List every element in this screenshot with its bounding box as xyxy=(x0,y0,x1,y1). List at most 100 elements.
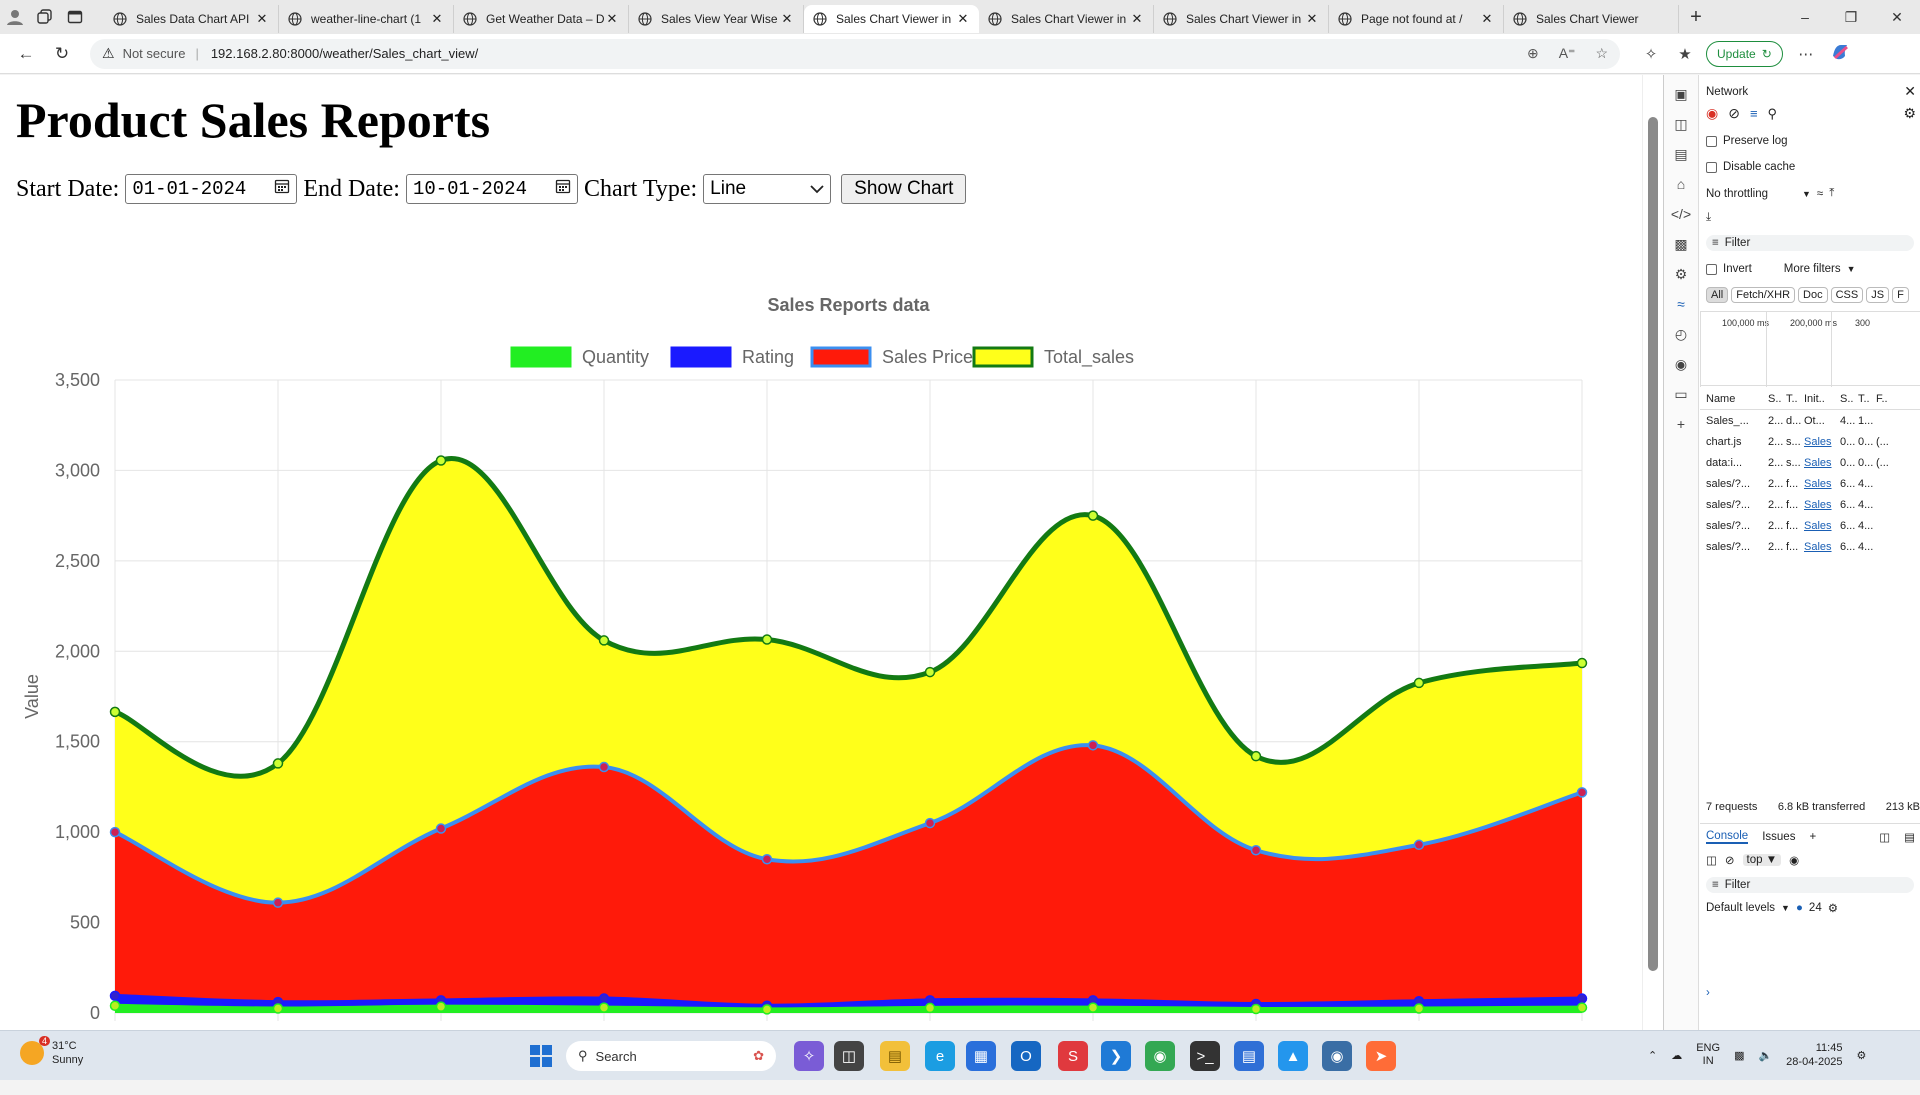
close-window-button[interactable]: ✕ xyxy=(1874,9,1920,26)
column-header[interactable]: T.. xyxy=(1858,393,1876,405)
welcome-icon[interactable]: ▤ xyxy=(1664,139,1698,169)
security-label[interactable]: Not secure xyxy=(123,46,186,61)
browser-tab[interactable]: weather-line-chart (1 ✕ xyxy=(279,5,454,33)
settings-gear-icon[interactable]: ⚙ xyxy=(1903,105,1916,122)
disable-cache-checkbox[interactable] xyxy=(1706,161,1717,173)
chart-type-select[interactable]: Line xyxy=(703,174,832,204)
table-row[interactable]: sales/?... 2... f... Sales 6... 4... xyxy=(1700,515,1920,536)
type-filter-css[interactable]: CSS xyxy=(1830,287,1864,303)
taskbar-search[interactable]: ⚲ Search ✿ xyxy=(566,1041,776,1071)
browser-tab[interactable]: Sales Chart Viewer xyxy=(1504,5,1679,33)
volume-icon[interactable]: 🔈 xyxy=(1758,1049,1772,1062)
preserve-log-row[interactable]: Preserve log xyxy=(1706,135,1788,147)
issues-badge-icon[interactable]: ● xyxy=(1796,902,1803,914)
disable-cache-row[interactable]: Disable cache xyxy=(1706,161,1795,173)
weather-widget[interactable]: 4 31°C Sunny xyxy=(20,1036,83,1067)
search-icon[interactable]: ⚲ xyxy=(1768,106,1778,122)
reload-button[interactable]: ↻ xyxy=(44,36,80,72)
page-scrollbar[interactable] xyxy=(1642,75,1663,1030)
live-expression-icon[interactable]: ◉ xyxy=(1789,853,1799,867)
profile-icon[interactable] xyxy=(0,0,30,34)
browser-tab[interactable]: Sales Chart Viewer in ✕ xyxy=(1154,5,1329,33)
network-tray-icon[interactable]: ☁ xyxy=(1671,1049,1682,1062)
chrome-icon[interactable]: ◉ xyxy=(1145,1041,1175,1071)
type-filter-all[interactable]: All xyxy=(1706,287,1729,303)
throttling-select[interactable]: No throttling xyxy=(1706,188,1796,200)
zoom-icon[interactable]: ⊕ xyxy=(1527,45,1539,62)
performance-icon[interactable]: ◴ xyxy=(1664,319,1698,349)
table-row[interactable]: sales/?... 2... f... Sales 6... 4... xyxy=(1700,536,1920,557)
elements-icon[interactable]: </> xyxy=(1664,199,1698,229)
database-icon[interactable]: ◉ xyxy=(1322,1041,1352,1071)
type-filter-js[interactable]: JS xyxy=(1866,287,1890,303)
skype-icon[interactable]: S xyxy=(1058,1041,1088,1071)
preserve-log-checkbox[interactable] xyxy=(1706,135,1717,147)
browser-tab[interactable]: Page not found at / ✕ xyxy=(1329,5,1504,33)
browser-tab[interactable]: Sales Chart Viewer in ✕ xyxy=(979,5,1154,33)
issues-tab[interactable]: Issues xyxy=(1762,831,1795,843)
clear-icon[interactable]: ⊘ xyxy=(1728,105,1740,122)
browser-tab[interactable]: Get Weather Data – D ✕ xyxy=(454,5,629,33)
console-tab[interactable]: Console xyxy=(1706,830,1749,844)
copilot-icon[interactable] xyxy=(1823,42,1857,66)
console-prompt-icon[interactable]: › xyxy=(1706,987,1710,999)
close-tab-icon[interactable]: ✕ xyxy=(254,11,270,27)
sources-icon[interactable]: ⚙ xyxy=(1664,259,1698,289)
home-icon[interactable]: ⌂ xyxy=(1664,169,1698,199)
favorites-icon[interactable]: ★ xyxy=(1668,45,1702,63)
notepad-icon[interactable]: ▤ xyxy=(1234,1041,1264,1071)
tray-expand-icon[interactable]: ⌃ xyxy=(1648,1049,1657,1062)
start-date-input[interactable]: 01-01-2024 xyxy=(125,174,298,204)
type-filter-fetchxhr[interactable]: Fetch/XHR xyxy=(1731,287,1796,303)
table-row[interactable]: sales/?... 2... f... Sales 6... 4... xyxy=(1700,494,1920,515)
table-row[interactable]: sales/?... 2... f... Sales 6... 4... xyxy=(1700,473,1920,494)
update-button[interactable]: Update ↻ xyxy=(1706,40,1783,67)
scrollbar-thumb[interactable] xyxy=(1648,117,1658,971)
browser-tab[interactable]: Sales Chart Viewer in ✕ xyxy=(804,5,979,33)
clock[interactable]: 11:45 28-04-2025 xyxy=(1786,1041,1842,1069)
file-explorer-icon[interactable]: ▤ xyxy=(880,1041,910,1071)
workspaces-icon[interactable] xyxy=(30,0,60,34)
add-tool-icon[interactable]: + xyxy=(1664,409,1698,439)
calendar-icon[interactable] xyxy=(274,178,290,200)
memory-icon[interactable]: ◉ xyxy=(1664,349,1698,379)
minimize-button[interactable]: – xyxy=(1782,9,1828,25)
invert-checkbox[interactable] xyxy=(1706,263,1717,275)
console-filter-input[interactable]: ≡ Filter xyxy=(1706,877,1914,893)
close-devtools-icon[interactable]: ✕ xyxy=(1904,83,1916,100)
type-filter-doc[interactable]: Doc xyxy=(1798,287,1828,303)
back-button[interactable]: ← xyxy=(8,36,44,72)
more-menu-icon[interactable]: ⋯ xyxy=(1789,45,1823,63)
type-filter-f[interactable]: F xyxy=(1892,287,1909,303)
vertical-tabs-icon[interactable] xyxy=(60,0,90,34)
table-row[interactable]: Sales_... 2... d... Ot... 4... 1... xyxy=(1700,410,1920,431)
docker-icon[interactable]: ▲ xyxy=(1278,1041,1308,1071)
favorite-star-icon[interactable]: ☆ xyxy=(1595,45,1608,62)
column-header[interactable]: Init.. xyxy=(1804,393,1840,405)
device-icon[interactable]: ◫ xyxy=(1664,109,1698,139)
notification-bell-icon[interactable]: ⚙ xyxy=(1856,1049,1866,1062)
context-select[interactable]: top ▼ xyxy=(1742,854,1782,866)
console-icon[interactable]: ▩ xyxy=(1664,229,1698,259)
browser-tab[interactable]: Sales View Year Wise ✕ xyxy=(629,5,804,33)
store-icon[interactable]: ▦ xyxy=(966,1041,996,1071)
column-header[interactable]: F.. xyxy=(1876,393,1896,405)
start-icon[interactable] xyxy=(526,1041,556,1071)
copilot-taskbar-icon[interactable]: ✧ xyxy=(794,1041,824,1071)
column-header[interactable]: Name xyxy=(1706,393,1768,405)
close-tab-icon[interactable]: ✕ xyxy=(604,11,620,27)
restore-button[interactable]: ❐ xyxy=(1828,9,1874,26)
sidebar-toggle-icon[interactable]: ◫ xyxy=(1706,853,1717,867)
language-indicator[interactable]: ENG IN xyxy=(1696,1042,1720,1068)
close-tab-icon[interactable]: ✕ xyxy=(1304,11,1320,27)
show-chart-button[interactable]: Show Chart xyxy=(841,174,967,204)
column-header[interactable]: T.. xyxy=(1786,393,1804,405)
dock-icon[interactable]: ▤ xyxy=(1904,830,1915,844)
upload-icon[interactable]: ⤒ xyxy=(1829,187,1834,200)
filter-input[interactable]: ≡ Filter xyxy=(1706,235,1914,251)
add-drawer-tab-icon[interactable]: + xyxy=(1809,831,1816,843)
extensions-icon[interactable]: ✧ xyxy=(1634,45,1668,63)
close-tab-icon[interactable]: ✕ xyxy=(1129,11,1145,27)
more-filters-button[interactable]: More filters xyxy=(1784,263,1841,275)
clear-console-icon[interactable]: ⊘ xyxy=(1725,853,1735,867)
